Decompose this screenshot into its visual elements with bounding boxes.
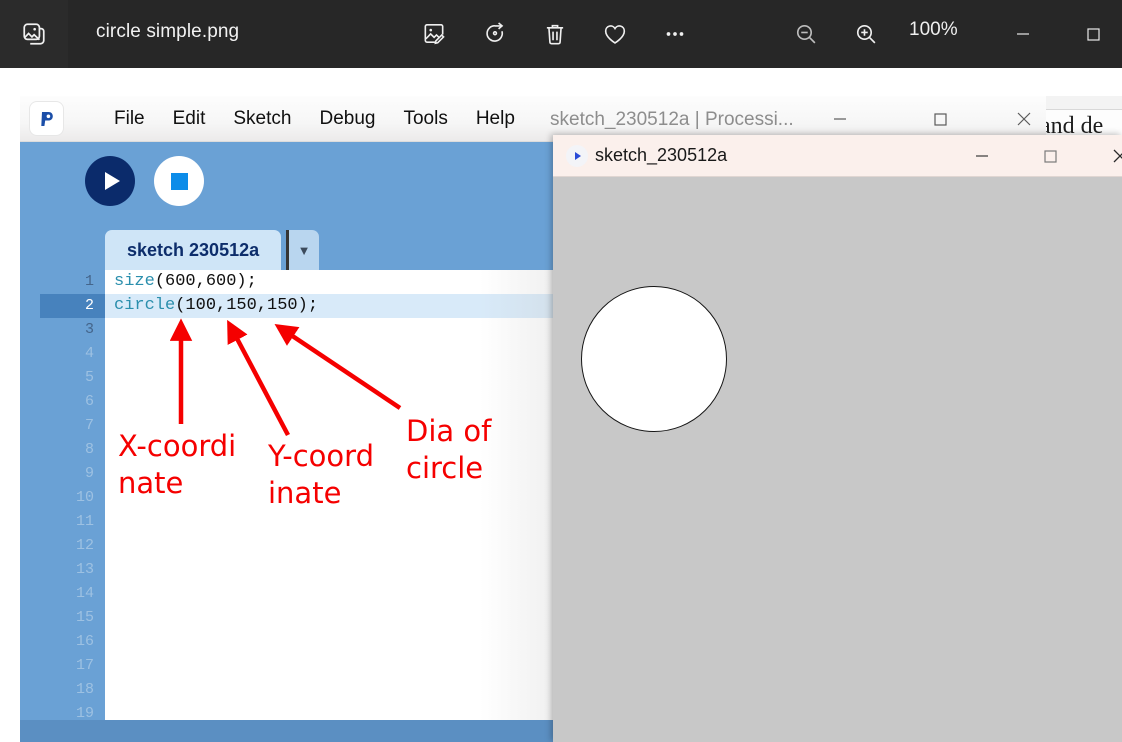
code-line[interactable] xyxy=(105,630,573,654)
line-number: 13 xyxy=(75,561,94,578)
menu-file[interactable]: File xyxy=(100,96,159,142)
stop-button[interactable] xyxy=(154,156,204,206)
code-arguments: (600,600); xyxy=(154,272,257,291)
menu-edit[interactable]: Edit xyxy=(159,96,220,142)
code-line[interactable] xyxy=(105,390,573,414)
run-button[interactable] xyxy=(85,156,135,206)
code-line[interactable]: circle(100,150,150); xyxy=(105,294,573,318)
line-number: 6 xyxy=(84,393,94,410)
sketch-minimize-button[interactable] xyxy=(958,135,1006,177)
code-content[interactable]: size(600,600); circle(100,150,150); xyxy=(105,270,573,720)
photos-maximize-button[interactable] xyxy=(1070,0,1116,68)
chevron-down-icon: ▼ xyxy=(297,242,311,258)
code-line[interactable] xyxy=(105,438,573,462)
line-number: 12 xyxy=(75,537,94,554)
zoom-level-label: 100% xyxy=(909,19,958,40)
sketch-maximize-button[interactable] xyxy=(1026,135,1074,177)
line-number: 5 xyxy=(84,369,94,386)
code-line[interactable] xyxy=(105,486,573,510)
line-number: 4 xyxy=(84,345,94,362)
line-number: 19 xyxy=(75,705,94,720)
line-number: 11 xyxy=(75,513,94,530)
sketch-display-window: sketch_230512a xyxy=(553,135,1122,742)
line-number: 15 xyxy=(75,609,94,626)
play-icon xyxy=(104,172,120,190)
processing-run-icon xyxy=(566,145,588,167)
code-line[interactable] xyxy=(105,534,573,558)
screenshot-root: and de circle simple.png 100% File Edit … xyxy=(0,0,1122,742)
processing-logo-icon xyxy=(30,102,63,135)
sketch-window-titlebar: sketch_230512a xyxy=(553,135,1122,177)
line-number: 7 xyxy=(84,417,94,434)
line-number: 1 xyxy=(84,273,94,290)
background-document-toolbar xyxy=(1044,96,1122,110)
code-line[interactable] xyxy=(105,462,573,486)
photos-file-title: circle simple.png xyxy=(96,21,240,42)
stop-icon xyxy=(170,172,188,190)
menu-tools[interactable]: Tools xyxy=(389,96,461,142)
sketch-tab-label: sketch 230512a xyxy=(127,239,260,260)
ide-menu-list: File Edit Sketch Debug Tools Help xyxy=(100,96,529,142)
line-number: 17 xyxy=(75,657,94,674)
code-editor[interactable]: 1 2 3 4 5 6 7 8 9 10 11 12 13 14 15 16 17 18 19 size(600,6… xyxy=(40,270,573,720)
code-line[interactable] xyxy=(105,606,573,630)
edit-image-icon[interactable] xyxy=(414,14,454,54)
rotate-icon[interactable] xyxy=(475,14,515,54)
code-line[interactable] xyxy=(105,702,573,720)
circle-shape xyxy=(581,286,727,432)
code-line[interactable] xyxy=(105,558,573,582)
sketch-close-button[interactable] xyxy=(1096,135,1122,177)
line-number: 8 xyxy=(84,441,94,458)
menu-debug[interactable]: Debug xyxy=(305,96,389,142)
photos-minimize-button[interactable] xyxy=(1000,0,1046,68)
photos-app-titlebar: circle simple.png 100% xyxy=(0,0,1122,68)
ide-window-title: sketch_230512a | Processi... xyxy=(550,109,794,130)
line-number: 16 xyxy=(75,633,94,650)
line-number: 2 xyxy=(40,294,105,318)
zoom-out-icon[interactable] xyxy=(786,14,826,54)
code-keyword: circle xyxy=(114,296,176,315)
code-line[interactable] xyxy=(105,366,573,390)
line-number-gutter: 1 2 3 4 5 6 7 8 9 10 11 12 13 14 15 16 17 18 19 xyxy=(40,270,105,720)
sketch-tab[interactable]: sketch 230512a xyxy=(105,230,282,270)
line-number: 14 xyxy=(75,585,94,602)
line-number: 18 xyxy=(75,681,94,698)
code-line[interactable] xyxy=(105,318,573,342)
more-options-icon[interactable] xyxy=(655,14,695,54)
sketch-canvas xyxy=(553,177,1122,742)
code-keyword: size xyxy=(114,272,155,291)
line-number: 9 xyxy=(84,465,94,482)
zoom-in-icon[interactable] xyxy=(846,14,886,54)
code-line[interactable]: size(600,600); xyxy=(105,270,573,294)
code-line[interactable] xyxy=(105,582,573,606)
tab-dropdown-button[interactable]: ▼ xyxy=(289,230,319,270)
photos-app-icon[interactable] xyxy=(0,0,68,68)
code-line[interactable] xyxy=(105,654,573,678)
code-arguments: (100,150,150); xyxy=(175,296,319,315)
code-line[interactable] xyxy=(105,678,573,702)
favorite-icon[interactable] xyxy=(595,14,635,54)
code-line[interactable] xyxy=(105,510,573,534)
delete-icon[interactable] xyxy=(535,14,575,54)
sketch-window-title: sketch_230512a xyxy=(595,145,728,165)
line-number: 3 xyxy=(84,321,94,338)
menu-help[interactable]: Help xyxy=(462,96,529,142)
code-line[interactable] xyxy=(105,414,573,438)
code-line[interactable] xyxy=(105,342,573,366)
line-number: 10 xyxy=(75,489,94,506)
menu-sketch[interactable]: Sketch xyxy=(219,96,305,142)
